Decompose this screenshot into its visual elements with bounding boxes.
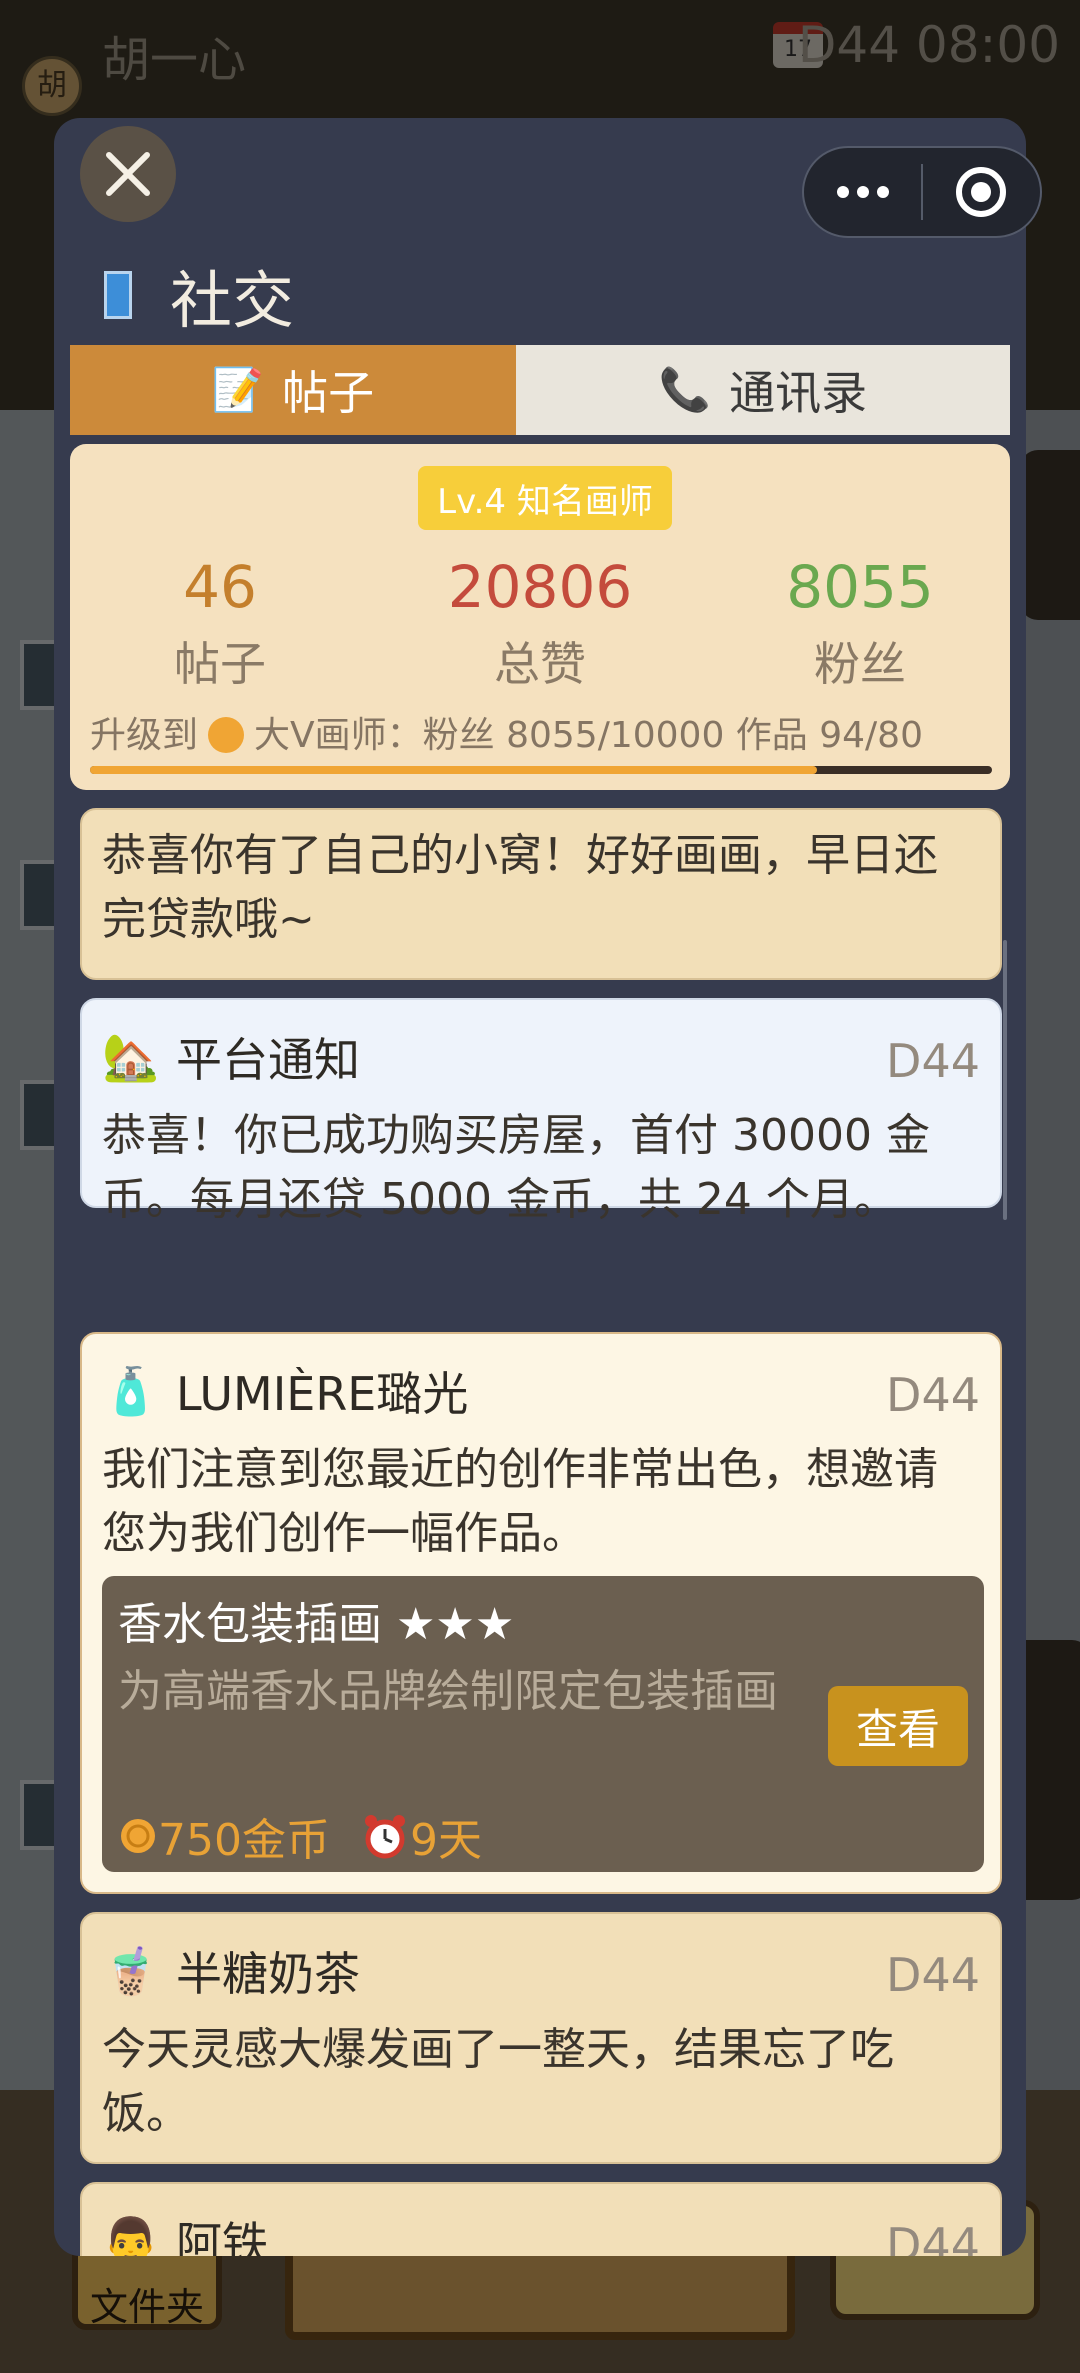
stat-fans-label: 粉丝 (814, 637, 906, 691)
more-options-button[interactable] (804, 148, 921, 236)
post-day: D44 (886, 1368, 980, 1422)
post-header: 🧴 LUMIÈRE璐光 (102, 1358, 468, 1424)
target-icon (956, 167, 1007, 217)
level-badge: Lv.4 知名画师 (418, 466, 672, 530)
coin-icon (208, 717, 245, 753)
post-header: 🧋 半糖奶茶 (102, 1938, 360, 2004)
miniprogram-capsule (802, 146, 1042, 238)
tab-bar: 📝 帖子 📞 通讯录 (70, 345, 1010, 435)
stat-likes-label: 总赞 (494, 637, 586, 691)
upgrade-progress-bar (90, 766, 992, 774)
task-title: 香水包装插画 ★★★ (118, 1599, 515, 1650)
post-body: 恭喜！你已成功购买房屋，首付 30000 金币。每月还贷 5000 金币，共 2… (102, 1110, 930, 1225)
close-icon (106, 152, 150, 196)
task-description: 为高端香水品牌绘制限定包装插画 (118, 1666, 778, 1717)
view-task-button[interactable]: 查看 (828, 1686, 968, 1766)
stat-likes: 20806 总赞 (390, 552, 690, 694)
man-avatar-icon: 👨 (102, 2213, 160, 2257)
post-body: 我们注意到您最近的创作非常出色，想邀请您为我们创作一幅作品。 (102, 1444, 938, 1559)
post-author: 半糖奶茶 (176, 1947, 360, 2001)
alarm-clock-icon (364, 1815, 405, 1859)
memo-icon: 📝 (211, 365, 265, 414)
task-reward: 750金币 9天 (118, 1804, 482, 1868)
upgrade-prefix: 升级到 (90, 715, 199, 756)
modal-title: 社交 (170, 264, 295, 337)
tab-contacts[interactable]: 📞 通讯录 (516, 345, 1010, 435)
coin-icon (121, 1819, 155, 1853)
bubble-tea-icon: 🧋 (102, 1943, 160, 1998)
post-card[interactable]: 🧋 半糖奶茶 D44 今天灵感大爆发画了一整天，结果忘了吃饭。 (80, 1912, 1002, 2164)
phone-icon: 📞 (658, 365, 712, 414)
stat-fans: 8055 粉丝 (710, 552, 1010, 694)
post-author: LUMIÈRE璐光 (176, 1367, 469, 1421)
post-day: D44 (886, 1948, 980, 2002)
post-body: 恭喜你有了自己的小窝！好好画画，早日还完贷款哦~ (102, 830, 938, 945)
post-card[interactable]: 恭喜你有了自己的小窝！好好画画，早日还完贷款哦~ (80, 808, 1002, 980)
feed-scrollbar[interactable] (1003, 940, 1007, 1220)
post-card-commission[interactable]: 🧴 LUMIÈRE璐光 D44 我们注意到您最近的创作非常出色，想邀请您为我们创… (80, 1332, 1002, 1894)
post-author: 阿铁 (176, 2217, 268, 2256)
more-dots-icon (836, 186, 889, 198)
upgrade-progress-fill (90, 766, 817, 774)
upgrade-target: 大V画师：粉丝 8055/10000 作品 94/80 (254, 715, 923, 756)
post-day: D44 (886, 1034, 980, 1088)
commission-task-card[interactable]: 香水包装插画 ★★★ 为高端香水品牌绘制限定包装插画 750金币 9天 查看 (102, 1576, 984, 1872)
profile-stats-card: Lv.4 知名画师 46 帖子 20806 总赞 8055 粉丝 升级到 大V画师… (70, 444, 1010, 790)
task-reward-amount: 750金币 (158, 1815, 330, 1866)
tab-contacts-label: 通讯录 (729, 366, 868, 420)
lotion-bottle-icon: 🧴 (102, 1363, 160, 1418)
post-day: D44 (886, 2218, 980, 2256)
title-accent-icon (104, 271, 132, 319)
stat-likes-value: 20806 (447, 553, 633, 621)
stat-posts-value: 46 (183, 553, 257, 621)
stat-posts: 46 帖子 (70, 552, 370, 694)
post-header: 👨 阿铁 (102, 2208, 268, 2257)
exit-miniprogram-button[interactable] (923, 148, 1040, 236)
task-duration: 9天 (409, 1815, 482, 1866)
upgrade-progress-text: 升级到 大V画师：粉丝 8055/10000 作品 94/80 (90, 706, 923, 758)
house-icon: 🏡 (102, 1029, 160, 1084)
modal-title-row: 社交 (104, 250, 294, 340)
post-card[interactable]: 👨 阿铁 D44 (80, 2182, 1002, 2256)
post-feed[interactable]: 恭喜你有了自己的小窝！好好画画，早日还完贷款哦~ 🏡 平台通知 D44 恭喜！你… (80, 808, 1002, 2256)
tab-posts-label: 帖子 (282, 366, 375, 420)
tab-posts[interactable]: 📝 帖子 (70, 345, 516, 435)
post-author: 平台通知 (176, 1033, 360, 1087)
post-card-notice[interactable]: 🏡 平台通知 D44 恭喜！你已成功购买房屋，首付 30000 金币。每月还贷 … (80, 998, 1002, 1225)
post-header: 🏡 平台通知 (102, 1024, 360, 1090)
post-body: 今天灵感大爆发画了一整天，结果忘了吃饭。 (102, 2024, 894, 2139)
stat-fans-value: 8055 (786, 553, 934, 621)
close-button[interactable] (80, 126, 176, 222)
stat-posts-label: 帖子 (174, 637, 266, 691)
